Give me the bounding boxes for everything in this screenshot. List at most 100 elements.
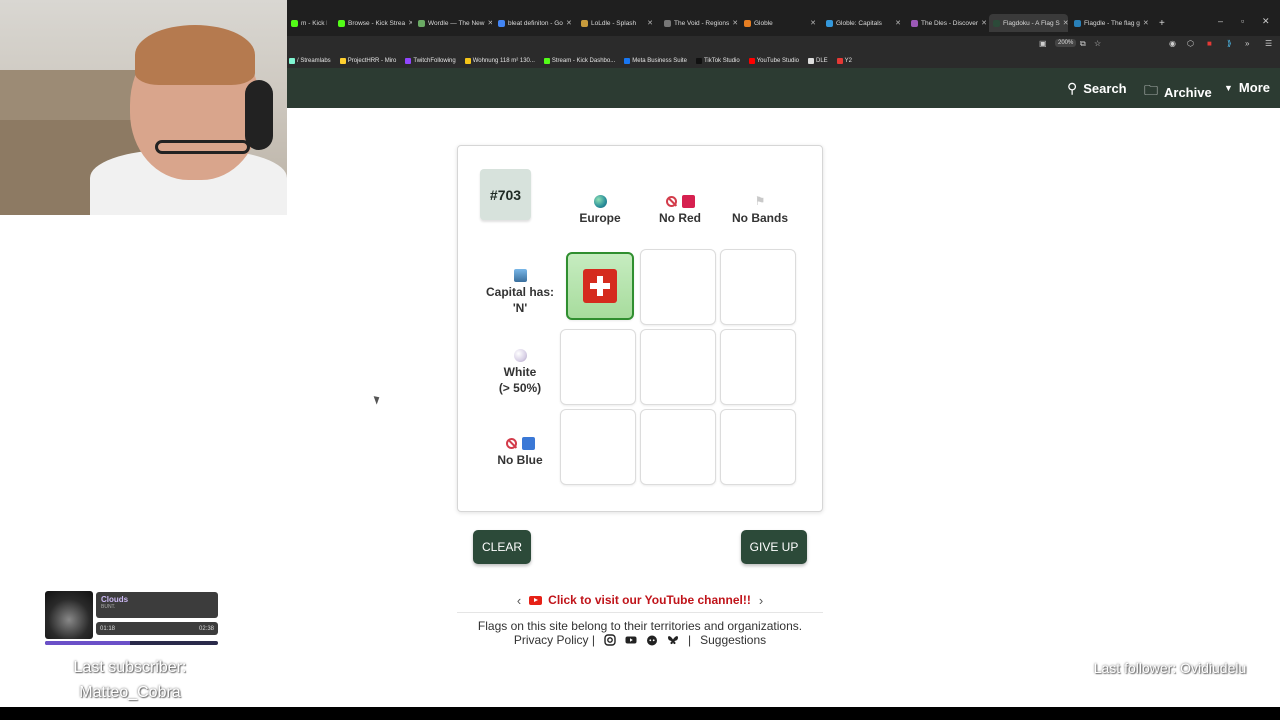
grid-cell-r3-c2[interactable]	[640, 409, 716, 485]
tab-title: Flagdoku - A Flag S	[1003, 19, 1060, 27]
reader-mode-icon[interactable]: ▣	[1039, 39, 1047, 48]
tab-close-icon[interactable]: ✕	[732, 19, 738, 27]
youtube-social-icon[interactable]	[625, 634, 637, 646]
tab-favicon-icon	[291, 19, 298, 27]
extension-icon[interactable]: ◉	[1169, 39, 1176, 48]
browser-tab[interactable]: The Void - Regions ✕	[660, 14, 738, 32]
nav-more[interactable]: ▼ More	[1224, 80, 1270, 95]
tab-title: The Dles - Discover	[921, 19, 979, 27]
webcam-person-glasses	[155, 140, 250, 154]
close-window-icon[interactable]: ✕	[1262, 16, 1270, 27]
promo-next-button[interactable]: ›	[759, 593, 763, 608]
grid-cell-r2-c1[interactable]	[560, 329, 636, 405]
bookmark-item[interactable]: Stream - Kick Dashbo...	[543, 58, 615, 64]
nav-search[interactable]: ⚲ Search	[1067, 80, 1127, 97]
grid-cell-r2-c2[interactable]	[640, 329, 716, 405]
tab-title: m - Kick D	[301, 19, 327, 27]
bluesky-icon[interactable]	[667, 634, 679, 646]
give-up-button[interactable]: GIVE UP	[741, 530, 807, 564]
youtube-icon	[529, 595, 543, 605]
tab-favicon-icon	[664, 19, 671, 27]
browser-tab[interactable]: LoLdle - Splash ✕	[577, 14, 657, 32]
tab-favicon-icon	[581, 19, 588, 27]
maximize-icon[interactable]: ▫	[1241, 16, 1244, 26]
tab-close-icon[interactable]: ✕	[981, 19, 987, 27]
promo-carousel: ‹ Click to visit our YouTube channel!! ›	[457, 590, 823, 610]
column-label: Europe	[579, 211, 621, 225]
extension-icon[interactable]: ■	[1207, 39, 1212, 48]
tab-close-icon[interactable]: ✕	[408, 19, 412, 27]
tab-close-icon[interactable]: ✕	[895, 19, 901, 27]
grid-cell-r3-c3[interactable]	[720, 409, 796, 485]
reddit-icon[interactable]	[646, 634, 658, 646]
tab-close-icon[interactable]: ✕	[1063, 19, 1068, 27]
minimize-icon[interactable]: –	[1218, 16, 1223, 26]
bookmark-label: Wohnung 118 m² 130...	[472, 58, 535, 64]
switzerland-flag	[583, 269, 617, 303]
browser-tab[interactable]: Browse - Kick Strea ✕	[334, 14, 412, 32]
browser-tab[interactable]: Flagdoku - A Flag S ✕	[989, 14, 1068, 32]
grid-cell-r3-c1[interactable]	[560, 409, 636, 485]
promo-link[interactable]: Click to visit our YouTube channel!!	[529, 593, 751, 607]
tab-close-icon[interactable]: ✕	[810, 19, 816, 27]
bookmark-item[interactable]: YouTube Studio	[748, 58, 799, 64]
tab-close-icon[interactable]: ✕	[566, 19, 572, 27]
bookmark-favicon-icon	[289, 58, 295, 64]
tab-favicon-icon	[911, 19, 918, 27]
column-header-europe: Europe	[560, 193, 640, 225]
grid-cell-r1-c2[interactable]	[640, 249, 716, 325]
last-subscriber-label: Last subscriber:	[73, 659, 187, 676]
bookmark-item[interactable]: Y2	[836, 58, 852, 64]
grid-cell-r2-c3[interactable]	[720, 329, 796, 405]
extension-icon[interactable]: ⬡	[1187, 39, 1194, 48]
tab-title: The Void - Regions	[674, 19, 730, 27]
nav-search-label: Search	[1083, 81, 1127, 96]
tab-favicon-icon	[993, 19, 1000, 27]
blue-swatch-icon	[521, 436, 535, 450]
tab-close-icon[interactable]: ✕	[487, 19, 492, 27]
mouse-cursor	[373, 394, 382, 405]
bookmark-item[interactable]: Meta Business Suite	[624, 58, 687, 64]
tab-close-icon[interactable]: ✕	[1143, 19, 1149, 27]
browser-tab[interactable]: The Dles - Discover ✕	[907, 14, 987, 32]
tab-favicon-icon	[338, 19, 345, 27]
pearl-icon	[513, 348, 527, 362]
translate-icon[interactable]: ⧉	[1080, 39, 1086, 49]
browser-tab[interactable]: m - Kick D✕	[287, 14, 327, 32]
nav-archive[interactable]: 🗀 Archive	[1144, 80, 1212, 104]
last-subscriber-name: Matteo_Cobra	[79, 684, 181, 701]
bookmark-item[interactable]: Wohnung 118 m² 130...	[464, 58, 535, 64]
promo-text: Click to visit our YouTube channel!!	[548, 593, 751, 607]
clear-button[interactable]: CLEAR	[473, 530, 531, 564]
privacy-policy-link[interactable]: Privacy Policy |	[514, 633, 595, 647]
promo-prev-button[interactable]: ‹	[517, 593, 521, 608]
browser-tab[interactable]: Flagdle - The flag g ✕	[1070, 14, 1150, 32]
bookmark-item[interactable]: TwitchFollowing	[405, 58, 456, 64]
column-label: No Bands	[731, 211, 788, 225]
row-label-line2: 'N'	[512, 301, 528, 315]
caret-down-icon: ▼	[1224, 82, 1233, 93]
bookmark-label: TwitchFollowing	[413, 58, 456, 64]
grid-cell-r1-c3[interactable]	[720, 249, 796, 325]
browser-tab[interactable]: Wordle — The New ✕	[414, 14, 492, 32]
instagram-icon[interactable]	[604, 634, 616, 646]
bookmark-item[interactable]: ProjectHRR - Miro	[339, 58, 396, 64]
browser-tab[interactable]: Globle ✕	[740, 14, 820, 32]
browser-tab[interactable]: bleat definiton - Go ✕	[494, 14, 574, 32]
bookmark-item[interactable]: / Streamlabs	[289, 58, 331, 64]
tab-close-icon[interactable]: ✕	[647, 19, 653, 27]
browser-tab[interactable]: Globle: Capitals ✕	[822, 14, 905, 32]
column-label: No Red	[659, 211, 701, 225]
extension-icon[interactable]: ⟫	[1227, 39, 1231, 48]
new-tab-button[interactable]: +	[1155, 14, 1169, 32]
overflow-icon[interactable]: »	[1245, 39, 1249, 48]
webcam-person-hair	[135, 25, 255, 85]
sidebar-icon[interactable]: ☰	[1265, 39, 1272, 48]
bookmark-item[interactable]: DLE	[808, 58, 828, 64]
bookmark-star-icon[interactable]: ☆	[1094, 39, 1101, 48]
zoom-level-badge[interactable]: 200%	[1055, 39, 1077, 47]
suggestions-link[interactable]: Suggestions	[700, 633, 766, 647]
bookmark-item[interactable]: TikTok Studio	[695, 58, 740, 64]
track-progress-fill	[45, 641, 130, 645]
grid-cell-r1-c1[interactable]	[566, 252, 634, 320]
